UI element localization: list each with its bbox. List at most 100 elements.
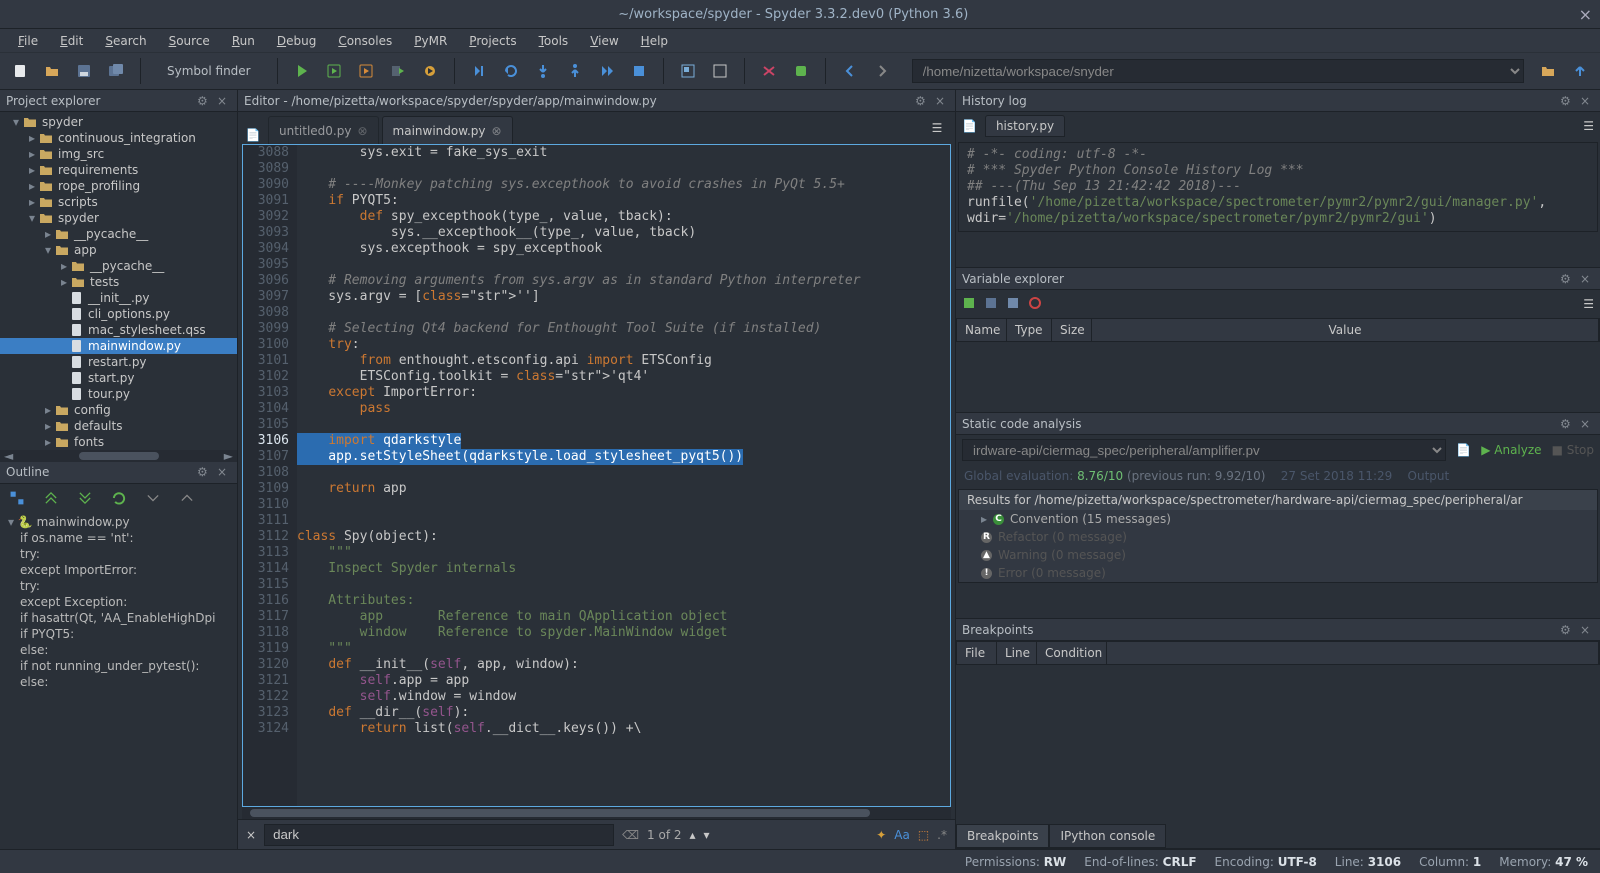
- editor-hscroll[interactable]: [242, 807, 951, 819]
- tree-folder[interactable]: ▸rope_profiling: [0, 178, 237, 194]
- close-find-icon[interactable]: ×: [246, 828, 256, 842]
- save-data-as-icon[interactable]: [1006, 296, 1020, 313]
- find-next-icon[interactable]: ▾: [704, 828, 710, 842]
- debug-step-into-icon[interactable]: [529, 57, 557, 85]
- code-editor[interactable]: 3088308930903091309230933094309530963097…: [242, 144, 951, 807]
- open-file-icon[interactable]: [38, 57, 66, 85]
- sca-file-dropdown[interactable]: irdware-api/ciermag_spec/peripheral/ampl…: [962, 439, 1446, 461]
- tab-close-icon[interactable]: ⊗: [357, 124, 367, 138]
- save-icon[interactable]: [70, 57, 98, 85]
- debug-step-out-icon[interactable]: [561, 57, 589, 85]
- find-prev-icon[interactable]: ▴: [690, 828, 696, 842]
- panel-options-icon[interactable]: ⚙: [197, 465, 211, 479]
- menu-debug[interactable]: Debug: [269, 32, 324, 50]
- debug-step-icon[interactable]: [497, 57, 525, 85]
- tree-folder[interactable]: ▸defaults: [0, 418, 237, 434]
- outline-item[interactable]: if hasattr(Qt, 'AA_EnableHighDpi: [4, 610, 233, 626]
- varexp-options-icon[interactable]: ☰: [1583, 297, 1594, 311]
- fullscreen-icon[interactable]: [706, 57, 734, 85]
- tree-file[interactable]: restart.py: [0, 354, 237, 370]
- refresh-vars-icon[interactable]: [1028, 296, 1042, 313]
- tree-folder[interactable]: ▾app: [0, 242, 237, 258]
- tree-folder[interactable]: ▸continuous_integration: [0, 130, 237, 146]
- run-debug-icon[interactable]: [416, 57, 444, 85]
- outline-item[interactable]: if os.name == 'nt':: [4, 530, 233, 546]
- menu-source[interactable]: Source: [161, 32, 218, 50]
- tree-folder[interactable]: ▸requirements: [0, 162, 237, 178]
- panel-close-icon[interactable]: ×: [217, 94, 231, 108]
- tree-file[interactable]: cli_options.py: [0, 306, 237, 322]
- stop-button[interactable]: ■ Stop: [1552, 443, 1594, 457]
- analyze-button[interactable]: ▶ Analyze: [1481, 443, 1541, 457]
- menu-search[interactable]: Search: [97, 32, 154, 50]
- tab-breakpoints[interactable]: Breakpoints: [956, 824, 1049, 848]
- panel-close-icon[interactable]: ×: [1580, 417, 1594, 431]
- working-directory-dropdown[interactable]: /home/nizetta/workspace/snyder: [912, 59, 1524, 83]
- tree-file[interactable]: tour.py: [0, 386, 237, 402]
- menu-run[interactable]: Run: [224, 32, 263, 50]
- tree-file[interactable]: start.py: [0, 370, 237, 386]
- forward-icon[interactable]: [868, 57, 896, 85]
- back-icon[interactable]: [836, 57, 864, 85]
- outline-item[interactable]: try:: [4, 546, 233, 562]
- menu-consoles[interactable]: Consoles: [330, 32, 400, 50]
- outline-refresh-icon[interactable]: [110, 489, 128, 507]
- panel-options-icon[interactable]: ⚙: [915, 94, 929, 108]
- menu-projects[interactable]: Projects: [461, 32, 524, 50]
- run-cell-icon[interactable]: [320, 57, 348, 85]
- tree-folder[interactable]: ▸__pycache__: [0, 226, 237, 242]
- save-data-icon[interactable]: [984, 296, 998, 313]
- browse-dir-icon[interactable]: [1534, 57, 1562, 85]
- outline-item[interactable]: else:: [4, 642, 233, 658]
- outline-collapse2-icon[interactable]: [144, 489, 162, 507]
- panel-close-icon[interactable]: ×: [1580, 623, 1594, 637]
- maximize-pane-icon[interactable]: [674, 57, 702, 85]
- outline-item[interactable]: except ImportError:: [4, 562, 233, 578]
- outline-item[interactable]: if not running_under_pytest():: [4, 658, 233, 674]
- variable-table[interactable]: Name Type Size Value: [956, 318, 1600, 392]
- symbol-finder-button[interactable]: Symbol finder: [151, 64, 267, 78]
- outline-expand-icon[interactable]: [42, 489, 60, 507]
- panel-options-icon[interactable]: ⚙: [1560, 94, 1574, 108]
- clear-find-icon[interactable]: ⌫: [622, 828, 639, 842]
- tree-file[interactable]: __init__.py: [0, 290, 237, 306]
- editor-tab-untitled[interactable]: untitled0.py ⊗: [268, 116, 379, 144]
- menu-tools[interactable]: Tools: [531, 32, 577, 50]
- tree-file[interactable]: mainwindow.py: [0, 338, 237, 354]
- panel-options-icon[interactable]: ⚙: [197, 94, 211, 108]
- editor-tab-mainwindow[interactable]: mainwindow.py ⊗: [382, 116, 513, 144]
- outline-goto-icon[interactable]: [8, 489, 26, 507]
- outline-expand2-icon[interactable]: [178, 489, 196, 507]
- history-tab-icon[interactable]: 📄: [962, 119, 977, 133]
- run-cell-next-icon[interactable]: [352, 57, 380, 85]
- tree-folder[interactable]: ▸img_src: [0, 146, 237, 162]
- panel-options-icon[interactable]: ⚙: [1560, 623, 1574, 637]
- debug-continue-icon[interactable]: [593, 57, 621, 85]
- history-tab[interactable]: history.py: [985, 115, 1065, 137]
- panel-options-icon[interactable]: ⚙: [1560, 417, 1574, 431]
- sca-results[interactable]: Results for /home/pizetta/workspace/spec…: [958, 489, 1598, 583]
- history-options-icon[interactable]: ☰: [1583, 119, 1594, 133]
- panel-close-icon[interactable]: ×: [1580, 94, 1594, 108]
- outline-item[interactable]: else:: [4, 674, 233, 690]
- sca-message[interactable]: ▲ Warning (0 message): [959, 546, 1597, 564]
- tree-folder[interactable]: ▾spyder: [0, 114, 237, 130]
- tree-file[interactable]: mac_stylesheet.qss: [0, 322, 237, 338]
- panel-close-icon[interactable]: ×: [217, 465, 231, 479]
- tree-folder[interactable]: ▸scripts: [0, 194, 237, 210]
- debug-icon[interactable]: [465, 57, 493, 85]
- outline-item[interactable]: except Exception:: [4, 594, 233, 610]
- debug-stop-icon[interactable]: [625, 57, 653, 85]
- tab-ipython[interactable]: IPython console: [1049, 824, 1166, 848]
- panel-close-icon[interactable]: ×: [935, 94, 949, 108]
- panel-options-icon[interactable]: ⚙: [1560, 272, 1574, 286]
- editor-options-icon[interactable]: ☰: [925, 116, 949, 140]
- outline-item[interactable]: try:: [4, 578, 233, 594]
- menu-edit[interactable]: Edit: [52, 32, 91, 50]
- run-icon[interactable]: [288, 57, 316, 85]
- history-view[interactable]: # -*- coding: utf-8 -*-# *** Spyder Pyth…: [958, 142, 1598, 232]
- tab-close-icon[interactable]: ⊗: [491, 124, 501, 138]
- preferences-icon[interactable]: [755, 57, 783, 85]
- tree-folder[interactable]: ▸config: [0, 402, 237, 418]
- project-hscroll[interactable]: ◄►: [0, 450, 237, 462]
